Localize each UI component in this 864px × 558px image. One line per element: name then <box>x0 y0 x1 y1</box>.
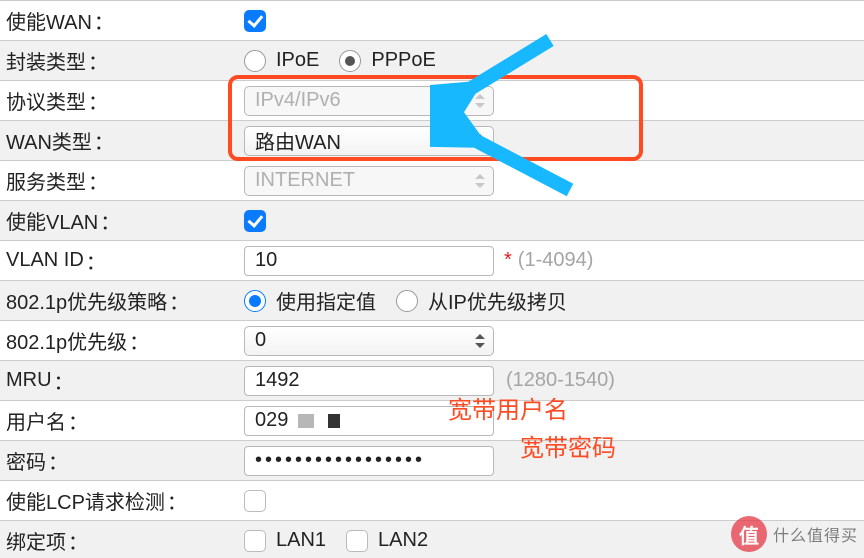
row-lcp: 使能LCP请求检测： <box>0 480 864 520</box>
select-wan-type[interactable]: 路由WAN <box>244 126 494 156</box>
colon: ： <box>88 166 108 195</box>
label-binding: 绑定项： <box>0 521 240 558</box>
label-text: 封装类型 <box>6 46 86 75</box>
label-dot1p-prio: 802.1p优先级： <box>0 321 240 360</box>
row-mru: MRU： 1492 (1280-1540) <box>0 360 864 400</box>
row-dot1p-prio: 802.1p优先级： 0 <box>0 320 864 360</box>
radio-label-copy-ip: 从IP优先级拷贝 <box>428 286 567 315</box>
checkbox-enable-wan[interactable] <box>244 10 266 32</box>
colon: ： <box>88 86 108 115</box>
label-text: 密码 <box>6 446 46 475</box>
checkbox-label-lan1: LAN1 <box>276 529 326 552</box>
colon: ： <box>48 446 68 475</box>
label-text: VLAN ID <box>6 249 84 272</box>
row-protocol: 协议类型： IPv4/IPv6 <box>0 80 864 120</box>
row-password: 密码： ••••••••••••••••• <box>0 440 864 480</box>
select-value: INTERNET <box>255 169 355 192</box>
row-encap: 封装类型： IPoE PPPoE <box>0 40 864 80</box>
row-service: 服务类型： INTERNET <box>0 160 864 200</box>
select-value: 0 <box>255 329 266 352</box>
select-protocol: IPv4/IPv6 <box>244 86 494 116</box>
radio-label-ipoe: IPoE <box>276 49 319 72</box>
input-password[interactable]: ••••••••••••••••• <box>244 446 494 476</box>
chevron-updown-icon <box>475 174 485 188</box>
redacted-icon <box>298 414 340 428</box>
label-encap: 封装类型： <box>0 41 240 80</box>
label-text: WAN类型 <box>6 126 92 155</box>
chevron-updown-icon <box>475 94 485 108</box>
input-username[interactable]: 029 <box>244 406 494 436</box>
colon: ： <box>68 406 88 435</box>
colon: ： <box>94 6 114 35</box>
required-star: * <box>504 249 512 272</box>
colon: ： <box>129 326 149 355</box>
label-mru: MRU： <box>0 361 240 400</box>
radio-use-value[interactable] <box>244 290 266 312</box>
row-wan-type: WAN类型： 路由WAN <box>0 120 864 160</box>
input-value: ••••••••••••••••• <box>255 449 425 472</box>
label-text: 使能VLAN <box>6 206 98 235</box>
radio-copy-ip[interactable] <box>396 290 418 312</box>
hint-mru-range: (1280-1540) <box>506 369 615 392</box>
label-text: 使能WAN <box>6 6 92 35</box>
row-binding: 绑定项： LAN1 LAN2 <box>0 520 864 558</box>
input-value: 029 <box>255 409 288 432</box>
select-value: IPv4/IPv6 <box>255 89 341 112</box>
row-enable-wan: 使能WAN： <box>0 0 864 40</box>
select-dot1p-prio[interactable]: 0 <box>244 326 494 356</box>
label-dot1p-policy: 802.1p优先级策略： <box>0 281 240 320</box>
label-text: 802.1p优先级 <box>6 326 127 355</box>
radio-ipoe[interactable] <box>244 50 266 72</box>
input-value: 10 <box>255 249 277 272</box>
colon: ： <box>86 246 106 275</box>
label-service: 服务类型： <box>0 161 240 200</box>
colon: ： <box>54 366 74 395</box>
checkbox-enable-vlan[interactable] <box>244 210 266 232</box>
label-password: 密码： <box>0 441 240 480</box>
label-text: MRU <box>6 369 52 392</box>
label-text: 协议类型 <box>6 86 86 115</box>
hint-vlan-range: (1-4094) <box>518 249 594 272</box>
radio-label-pppoe: PPPoE <box>371 49 435 72</box>
colon: ： <box>167 486 187 515</box>
colon: ： <box>94 126 114 155</box>
label-text: 服务类型 <box>6 166 86 195</box>
label-lcp: 使能LCP请求检测： <box>0 481 240 520</box>
checkbox-lan1[interactable] <box>244 530 266 552</box>
row-dot1p-policy: 802.1p优先级策略： 使用指定值 从IP优先级拷贝 <box>0 280 864 320</box>
label-text: 使能LCP请求检测 <box>6 486 165 515</box>
label-username: 用户名： <box>0 401 240 440</box>
radio-pppoe[interactable] <box>339 50 361 72</box>
select-service: INTERNET <box>244 166 494 196</box>
checkbox-label-lan2: LAN2 <box>378 529 428 552</box>
colon: ： <box>88 46 108 75</box>
label-protocol: 协议类型： <box>0 81 240 120</box>
chevron-updown-icon <box>475 334 485 348</box>
label-text: 绑定项 <box>6 526 66 555</box>
row-enable-vlan: 使能VLAN： <box>0 200 864 240</box>
label-vlan-id: VLAN ID： <box>0 241 240 280</box>
row-vlan-id: VLAN ID： 10 * (1-4094) <box>0 240 864 280</box>
label-enable-wan: 使能WAN： <box>0 1 240 40</box>
input-mru[interactable]: 1492 <box>244 366 494 396</box>
colon: ： <box>68 526 88 555</box>
label-text: 802.1p优先级策略 <box>6 286 167 315</box>
label-enable-vlan: 使能VLAN： <box>0 201 240 240</box>
input-value: 1492 <box>255 369 300 392</box>
select-value: 路由WAN <box>255 126 341 155</box>
checkbox-lan2[interactable] <box>346 530 368 552</box>
colon: ： <box>100 206 120 235</box>
radio-label-use-value: 使用指定值 <box>276 286 376 315</box>
chevron-updown-icon <box>475 134 485 148</box>
label-wan-type: WAN类型： <box>0 121 240 160</box>
row-username: 用户名： 029 <box>0 400 864 440</box>
label-text: 用户名 <box>6 406 66 435</box>
checkbox-lcp[interactable] <box>244 490 266 512</box>
colon: ： <box>169 286 189 315</box>
input-vlan-id[interactable]: 10 <box>244 246 494 276</box>
